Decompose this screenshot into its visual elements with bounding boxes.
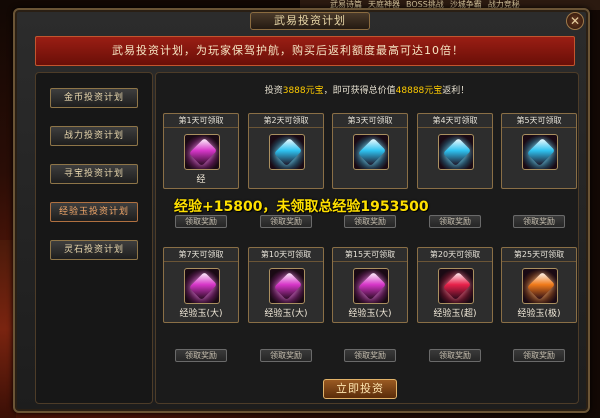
reward-card: 第3天可领取 <box>332 113 408 189</box>
reward-day-label: 第15天可领取 <box>333 248 407 262</box>
gem-crystal-icon <box>357 137 387 167</box>
reward-card: 第2天可领取 <box>248 113 324 189</box>
reward-day-label: 第1天可领取 <box>164 114 238 128</box>
reward-day-label: 第20天可领取 <box>418 248 492 262</box>
plan-content: 投资3888元宝，即可获得总价值48888元宝返利！ 第1天可领取经领取奖励 第2… <box>155 72 579 404</box>
gem-crystal-icon <box>188 137 218 167</box>
reward-card: 第10天可领取经验玉(大) <box>248 247 324 323</box>
reward-card: 第5天可领取 <box>501 113 577 189</box>
gem-crystal-icon <box>273 137 303 167</box>
reward-caption: 经验玉(超) <box>433 309 477 319</box>
gem-crystal-icon <box>526 137 556 167</box>
reward-day-label: 第5天可领取 <box>502 114 576 128</box>
claim-reward-button[interactable]: 领取奖励 <box>344 349 396 362</box>
close-button[interactable]: ✕ <box>566 12 584 30</box>
gem-crystal-icon <box>273 271 303 301</box>
exp-jade-icon[interactable] <box>438 268 474 304</box>
claim-reward-button[interactable]: 领取奖励 <box>260 349 312 362</box>
exp-jade-icon[interactable] <box>522 268 558 304</box>
exp-jade-icon[interactable] <box>269 268 305 304</box>
reward-day-label: 第4天可领取 <box>418 114 492 128</box>
claim-reward-button[interactable]: 领取奖励 <box>175 215 227 228</box>
reward-card: 第1天可领取经 <box>163 113 239 189</box>
claim-reward-button[interactable]: 领取奖励 <box>513 215 565 228</box>
invest-value: 48888元宝 <box>395 86 443 96</box>
reward-day-label: 第7天可领取 <box>164 248 238 262</box>
invest-amount: 3888元宝 <box>282 86 324 96</box>
invest-suffix: 返利！ <box>442 86 470 96</box>
reward-day-label: 第3天可领取 <box>333 114 407 128</box>
reward-card: 第25天可领取经验玉(极) <box>501 247 577 323</box>
reward-caption: 经验玉(大) <box>264 309 308 319</box>
sidebar-item-gold-plan[interactable]: 金币投资计划 <box>50 88 138 108</box>
gem-crystal-icon <box>442 137 472 167</box>
invest-summary: 投资3888元宝，即可获得总价值48888元宝返利！ <box>156 83 578 96</box>
exp-jade-icon[interactable] <box>522 134 558 170</box>
claim-reward-button[interactable]: 领取奖励 <box>429 215 481 228</box>
exp-gain-message: 经验+15800，未领取总经验1953500 <box>174 199 429 215</box>
sidebar-item-spirit-stone-plan[interactable]: 灵石投资计划 <box>50 240 138 260</box>
sidebar-item-treasure-plan[interactable]: 寻宝投资计划 <box>50 164 138 184</box>
invest-now-button[interactable]: 立即投资 <box>323 379 397 399</box>
exp-jade-icon[interactable] <box>184 134 220 170</box>
reward-card: 第7天可领取经验玉(大) <box>163 247 239 323</box>
claim-reward-button[interactable]: 领取奖励 <box>344 215 396 228</box>
reward-card: 第15天可领取经验玉(大) <box>332 247 408 323</box>
reward-day-label: 第10天可领取 <box>249 248 323 262</box>
invest-prefix: 投资 <box>264 86 283 96</box>
gem-crystal-icon <box>526 271 556 301</box>
gem-crystal-icon <box>188 271 218 301</box>
claim-reward-button[interactable]: 领取奖励 <box>260 215 312 228</box>
reward-card: 第20天可领取经验玉(超) <box>417 247 493 323</box>
plan-sidebar: 金币投资计划 战力投资计划 寻宝投资计划 经验玉投资计划 灵石投资计划 <box>35 72 153 404</box>
game-screen: 武易诗篇 天庭神器 BOSS挑战 沙城争霸 战力竞秘 武易投资计划 ✕ 武易投资… <box>0 0 600 418</box>
investment-window: 武易投资计划 ✕ 武易投资计划，为玩家保驾护航，购买后返利额度最高可达10倍！ … <box>13 8 590 413</box>
window-title: 武易投资计划 <box>250 12 370 30</box>
claim-reward-button[interactable]: 领取奖励 <box>429 349 481 362</box>
gem-crystal-icon <box>442 271 472 301</box>
sidebar-item-exp-jade-plan[interactable]: 经验玉投资计划 <box>50 202 138 222</box>
reward-day-label: 第2天可领取 <box>249 114 323 128</box>
promo-banner: 武易投资计划，为玩家保驾护航，购买后返利额度最高可达10倍！ <box>35 36 575 66</box>
claim-reward-button[interactable]: 领取奖励 <box>175 349 227 362</box>
claim-reward-button[interactable]: 领取奖励 <box>513 349 565 362</box>
sidebar-item-power-plan[interactable]: 战力投资计划 <box>50 126 138 146</box>
reward-caption: 经验玉(极) <box>517 309 561 319</box>
exp-jade-icon[interactable] <box>184 268 220 304</box>
reward-caption: 经验玉(大) <box>179 309 223 319</box>
reward-card: 第4天可领取 <box>417 113 493 189</box>
invest-mid: ，即可获得总价值 <box>323 86 396 96</box>
gem-crystal-icon <box>357 271 387 301</box>
reward-caption: 经 <box>196 175 206 185</box>
exp-jade-icon[interactable] <box>353 268 389 304</box>
reward-caption: 经验玉(大) <box>348 309 392 319</box>
exp-jade-icon[interactable] <box>353 134 389 170</box>
exp-jade-icon[interactable] <box>438 134 474 170</box>
reward-day-label: 第25天可领取 <box>502 248 576 262</box>
exp-jade-icon[interactable] <box>269 134 305 170</box>
